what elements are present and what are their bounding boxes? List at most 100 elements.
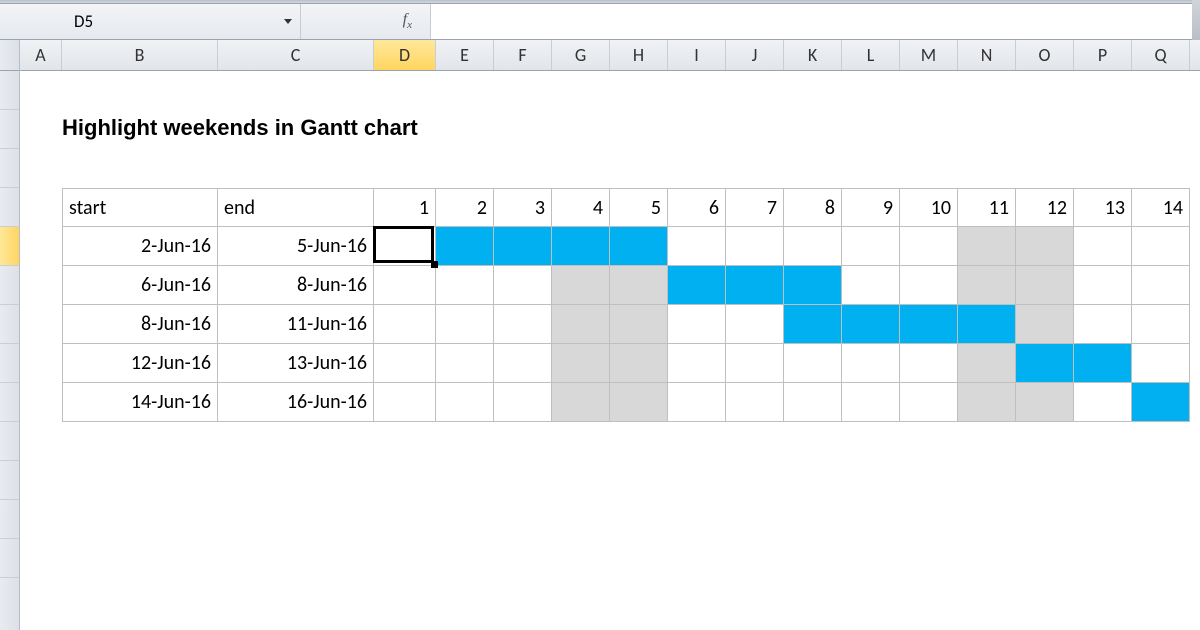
select-all-corner[interactable] [0,40,19,71]
cell[interactable] [958,461,1016,500]
cell[interactable] [1016,500,1074,539]
cell[interactable] [552,344,610,383]
cell[interactable] [552,539,610,578]
cell[interactable]: start [62,188,218,227]
cell[interactable] [726,461,784,500]
cell[interactable] [552,422,610,461]
row-header-7[interactable] [0,305,19,344]
column-header-E[interactable]: E [436,40,494,70]
cell[interactable] [436,71,494,110]
cell[interactable] [842,539,900,578]
cell[interactable] [726,227,784,266]
cell[interactable] [784,539,842,578]
cell[interactable]: 14-Jun-16 [62,383,218,422]
cell[interactable] [726,344,784,383]
cell[interactable] [374,461,436,500]
cell[interactable] [958,305,1016,344]
cell[interactable] [1132,539,1190,578]
cell[interactable] [552,383,610,422]
cell[interactable] [726,71,784,110]
column-header-I[interactable]: I [668,40,726,70]
cell[interactable] [726,578,784,617]
cell[interactable] [958,110,1016,149]
cell[interactable] [668,500,726,539]
cell[interactable] [842,71,900,110]
cell[interactable] [552,500,610,539]
cell[interactable] [374,266,436,305]
cell[interactable] [218,500,374,539]
name-box-container[interactable]: D5 [0,11,300,32]
cell[interactable] [610,539,668,578]
cell[interactable] [62,71,218,110]
cell[interactable] [1016,71,1074,110]
cell[interactable]: 9 [842,188,900,227]
cell[interactable] [842,266,900,305]
cell[interactable] [1074,227,1132,266]
cell[interactable] [1132,383,1190,422]
cell[interactable]: 3 [494,188,552,227]
cell[interactable] [1132,266,1190,305]
cell[interactable] [610,500,668,539]
cell[interactable] [842,149,900,188]
cell[interactable]: 2 [436,188,494,227]
cell[interactable] [494,305,552,344]
column-header-D[interactable]: D [374,40,436,70]
cell[interactable] [1016,227,1074,266]
cell[interactable] [218,110,374,149]
cell[interactable] [726,266,784,305]
cell[interactable] [374,383,436,422]
cell[interactable] [552,266,610,305]
cell[interactable] [726,110,784,149]
cell[interactable] [668,422,726,461]
cell[interactable] [1016,149,1074,188]
cell[interactable] [900,461,958,500]
cell[interactable] [436,110,494,149]
cell[interactable] [610,461,668,500]
cell[interactable] [784,422,842,461]
cell[interactable]: Highlight weekends in Gantt chart [62,110,218,149]
cell[interactable] [436,227,494,266]
cell[interactable] [374,110,436,149]
cell[interactable] [1074,461,1132,500]
column-header-H[interactable]: H [610,40,668,70]
cell[interactable] [784,305,842,344]
cell[interactable] [842,110,900,149]
row-header-8[interactable] [0,344,19,383]
cell[interactable] [900,149,958,188]
cell[interactable] [20,344,62,383]
cell[interactable] [958,539,1016,578]
cell[interactable] [436,149,494,188]
cell[interactable] [1132,422,1190,461]
cell[interactable]: 8-Jun-16 [218,266,374,305]
cell[interactable] [958,149,1016,188]
cell[interactable] [726,149,784,188]
cell[interactable] [552,578,610,617]
cell[interactable] [20,188,62,227]
cell[interactable] [842,422,900,461]
cell[interactable] [436,461,494,500]
cell[interactable]: 13 [1074,188,1132,227]
cell[interactable] [494,149,552,188]
cell[interactable] [1074,344,1132,383]
cell[interactable]: 6-Jun-16 [62,266,218,305]
cell[interactable] [610,149,668,188]
cell[interactable]: 12-Jun-16 [62,344,218,383]
cell[interactable] [494,110,552,149]
row-header-2[interactable] [0,110,19,149]
cell[interactable] [1074,110,1132,149]
cell[interactable]: 12 [1016,188,1074,227]
cell[interactable] [552,305,610,344]
fx-button[interactable]: fx [300,4,430,39]
column-header-K[interactable]: K [784,40,842,70]
cell[interactable] [958,578,1016,617]
cell[interactable] [20,305,62,344]
cell[interactable] [958,383,1016,422]
cell[interactable] [494,266,552,305]
cell[interactable] [1074,422,1132,461]
cell[interactable] [784,266,842,305]
row-header-3[interactable] [0,149,19,188]
cell[interactable] [900,383,958,422]
cell[interactable] [374,305,436,344]
cell[interactable] [20,539,62,578]
fill-handle[interactable] [431,261,438,268]
